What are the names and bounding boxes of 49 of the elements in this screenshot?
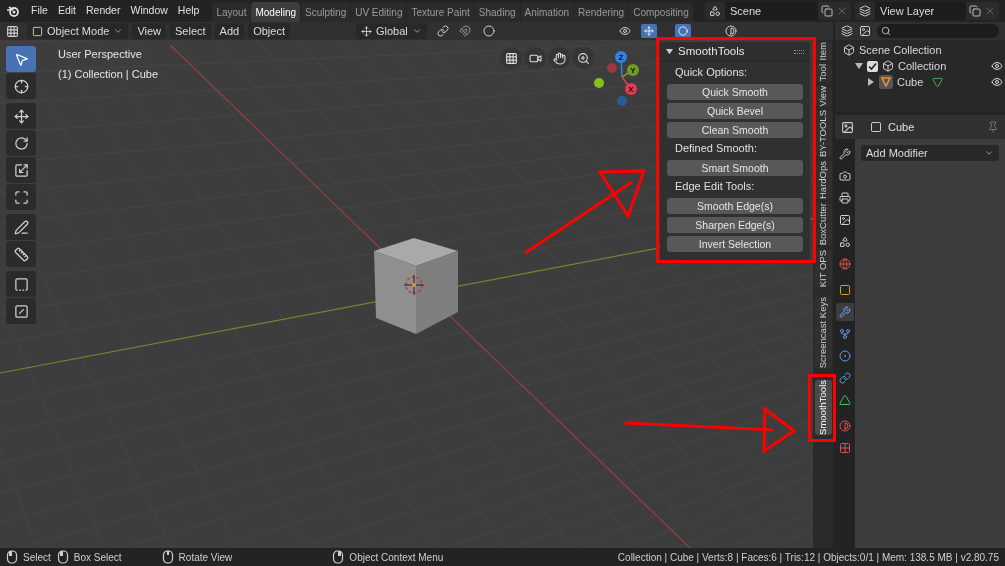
panel-title[interactable]: SmoothTools (678, 42, 794, 61)
panel-button[interactable]: Quick Smooth (667, 84, 803, 100)
status-stats: Collection | Cube | Verts:8 | Faces:6 | Tris:12 | Objects:0/1 | Mem: 138.5 MB | v2.80.75 (617, 550, 999, 565)
axis-gizmo-drawing: Z Y X (590, 50, 644, 110)
viewport-menu[interactable]: Add (214, 23, 245, 39)
viewport-info-text: User Perspective (58, 47, 143, 62)
status-hint: Select (23, 550, 51, 565)
panel-button[interactable]: Sharpen Edge(s) (667, 217, 803, 233)
add-modifier-dropdown[interactable]: Add Modifier (861, 145, 999, 161)
workspace-tab[interactable]: Shading (474, 2, 520, 22)
view-layer-field[interactable]: View Layer (875, 2, 966, 20)
outliner-item[interactable]: Cube (897, 73, 928, 91)
workspace-tab[interactable]: Compositing (629, 2, 693, 22)
workspace-tab[interactable]: Rendering (574, 2, 629, 22)
panel-button[interactable]: Invert Selection (667, 236, 803, 252)
object-name: Cube (888, 119, 916, 135)
orientation-dropdown[interactable]: Global (356, 23, 427, 39)
panel-button[interactable]: Smart Smooth (667, 160, 803, 176)
viewport-info-text: (1) Collection | Cube (58, 66, 159, 82)
scene-field[interactable]: Scene (725, 2, 818, 20)
menu-item[interactable]: Help (172, 3, 205, 19)
workspace-tab[interactable]: Modeling (251, 2, 301, 22)
workspace-tab[interactable]: UV Editing (351, 2, 407, 22)
sidebar-tab[interactable]: SmoothTools (814, 380, 832, 436)
menu-item[interactable]: Window (125, 3, 173, 19)
workspace-tab[interactable]: Sculpting (301, 2, 351, 22)
status-hint: Rotate View (178, 550, 233, 565)
section-heading: Quick Options: (674, 64, 749, 80)
menu-item[interactable]: File (26, 3, 53, 19)
outliner-item[interactable]: Scene Collection (859, 41, 1005, 59)
viewport-menu[interactable]: View (132, 23, 167, 39)
section-heading: Edge Edit Tools: (674, 178, 756, 194)
panel-button[interactable]: Quick Bevel (667, 103, 803, 119)
panel-button[interactable]: Clean Smooth (667, 122, 803, 138)
sidebar-tab[interactable]: Screencast Keys (814, 296, 832, 369)
workspace-tab[interactable]: Texture Paint (407, 2, 474, 22)
menu-item[interactable]: Edit (52, 3, 81, 19)
viewport-menu[interactable]: Object (248, 23, 290, 39)
status-hint: Box Select (73, 550, 122, 565)
mode-dropdown[interactable]: Object Mode (27, 23, 129, 39)
panel-button[interactable]: Smooth Edge(s) (667, 198, 803, 214)
outliner-item[interactable]: Collection (898, 57, 987, 75)
viewport-menu[interactable]: Select (170, 23, 211, 39)
status-hint: Object Context Menu (349, 550, 444, 565)
menu-item[interactable]: Render (81, 3, 126, 19)
workspace-tab[interactable]: Layout (212, 2, 251, 22)
workspace-tab[interactable]: Animation (520, 2, 573, 22)
sidebar-tab[interactable]: KIT OPS (814, 249, 832, 287)
section-heading: Defined Smooth: (674, 140, 758, 156)
